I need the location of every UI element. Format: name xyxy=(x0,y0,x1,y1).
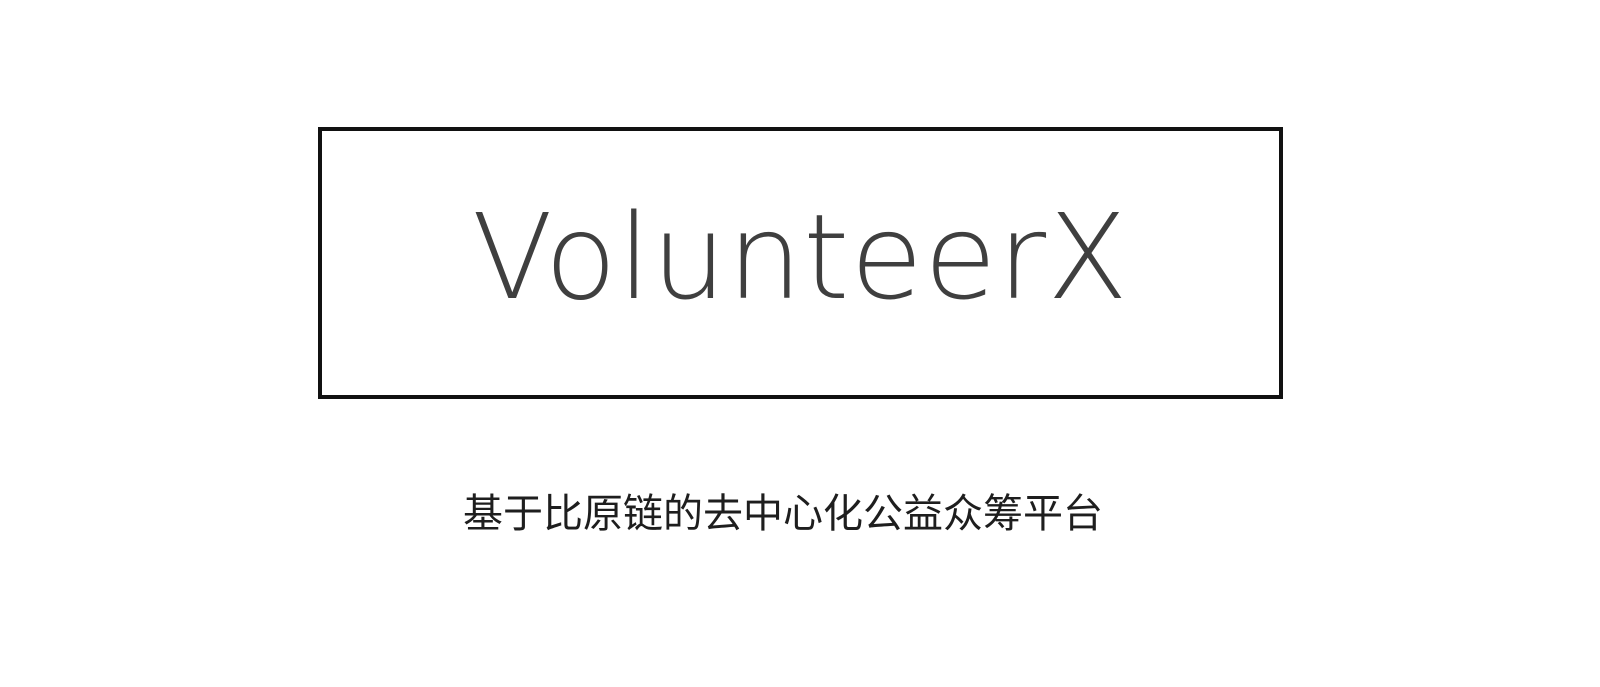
title-slide: VolunteerX 基于比原链的去中心化公益众筹平台 xyxy=(0,0,1600,687)
brand-name: VolunteerX xyxy=(472,188,1129,326)
logo-frame: VolunteerX xyxy=(318,127,1283,399)
tagline: 基于比原链的去中心化公益众筹平台 xyxy=(463,491,1103,537)
